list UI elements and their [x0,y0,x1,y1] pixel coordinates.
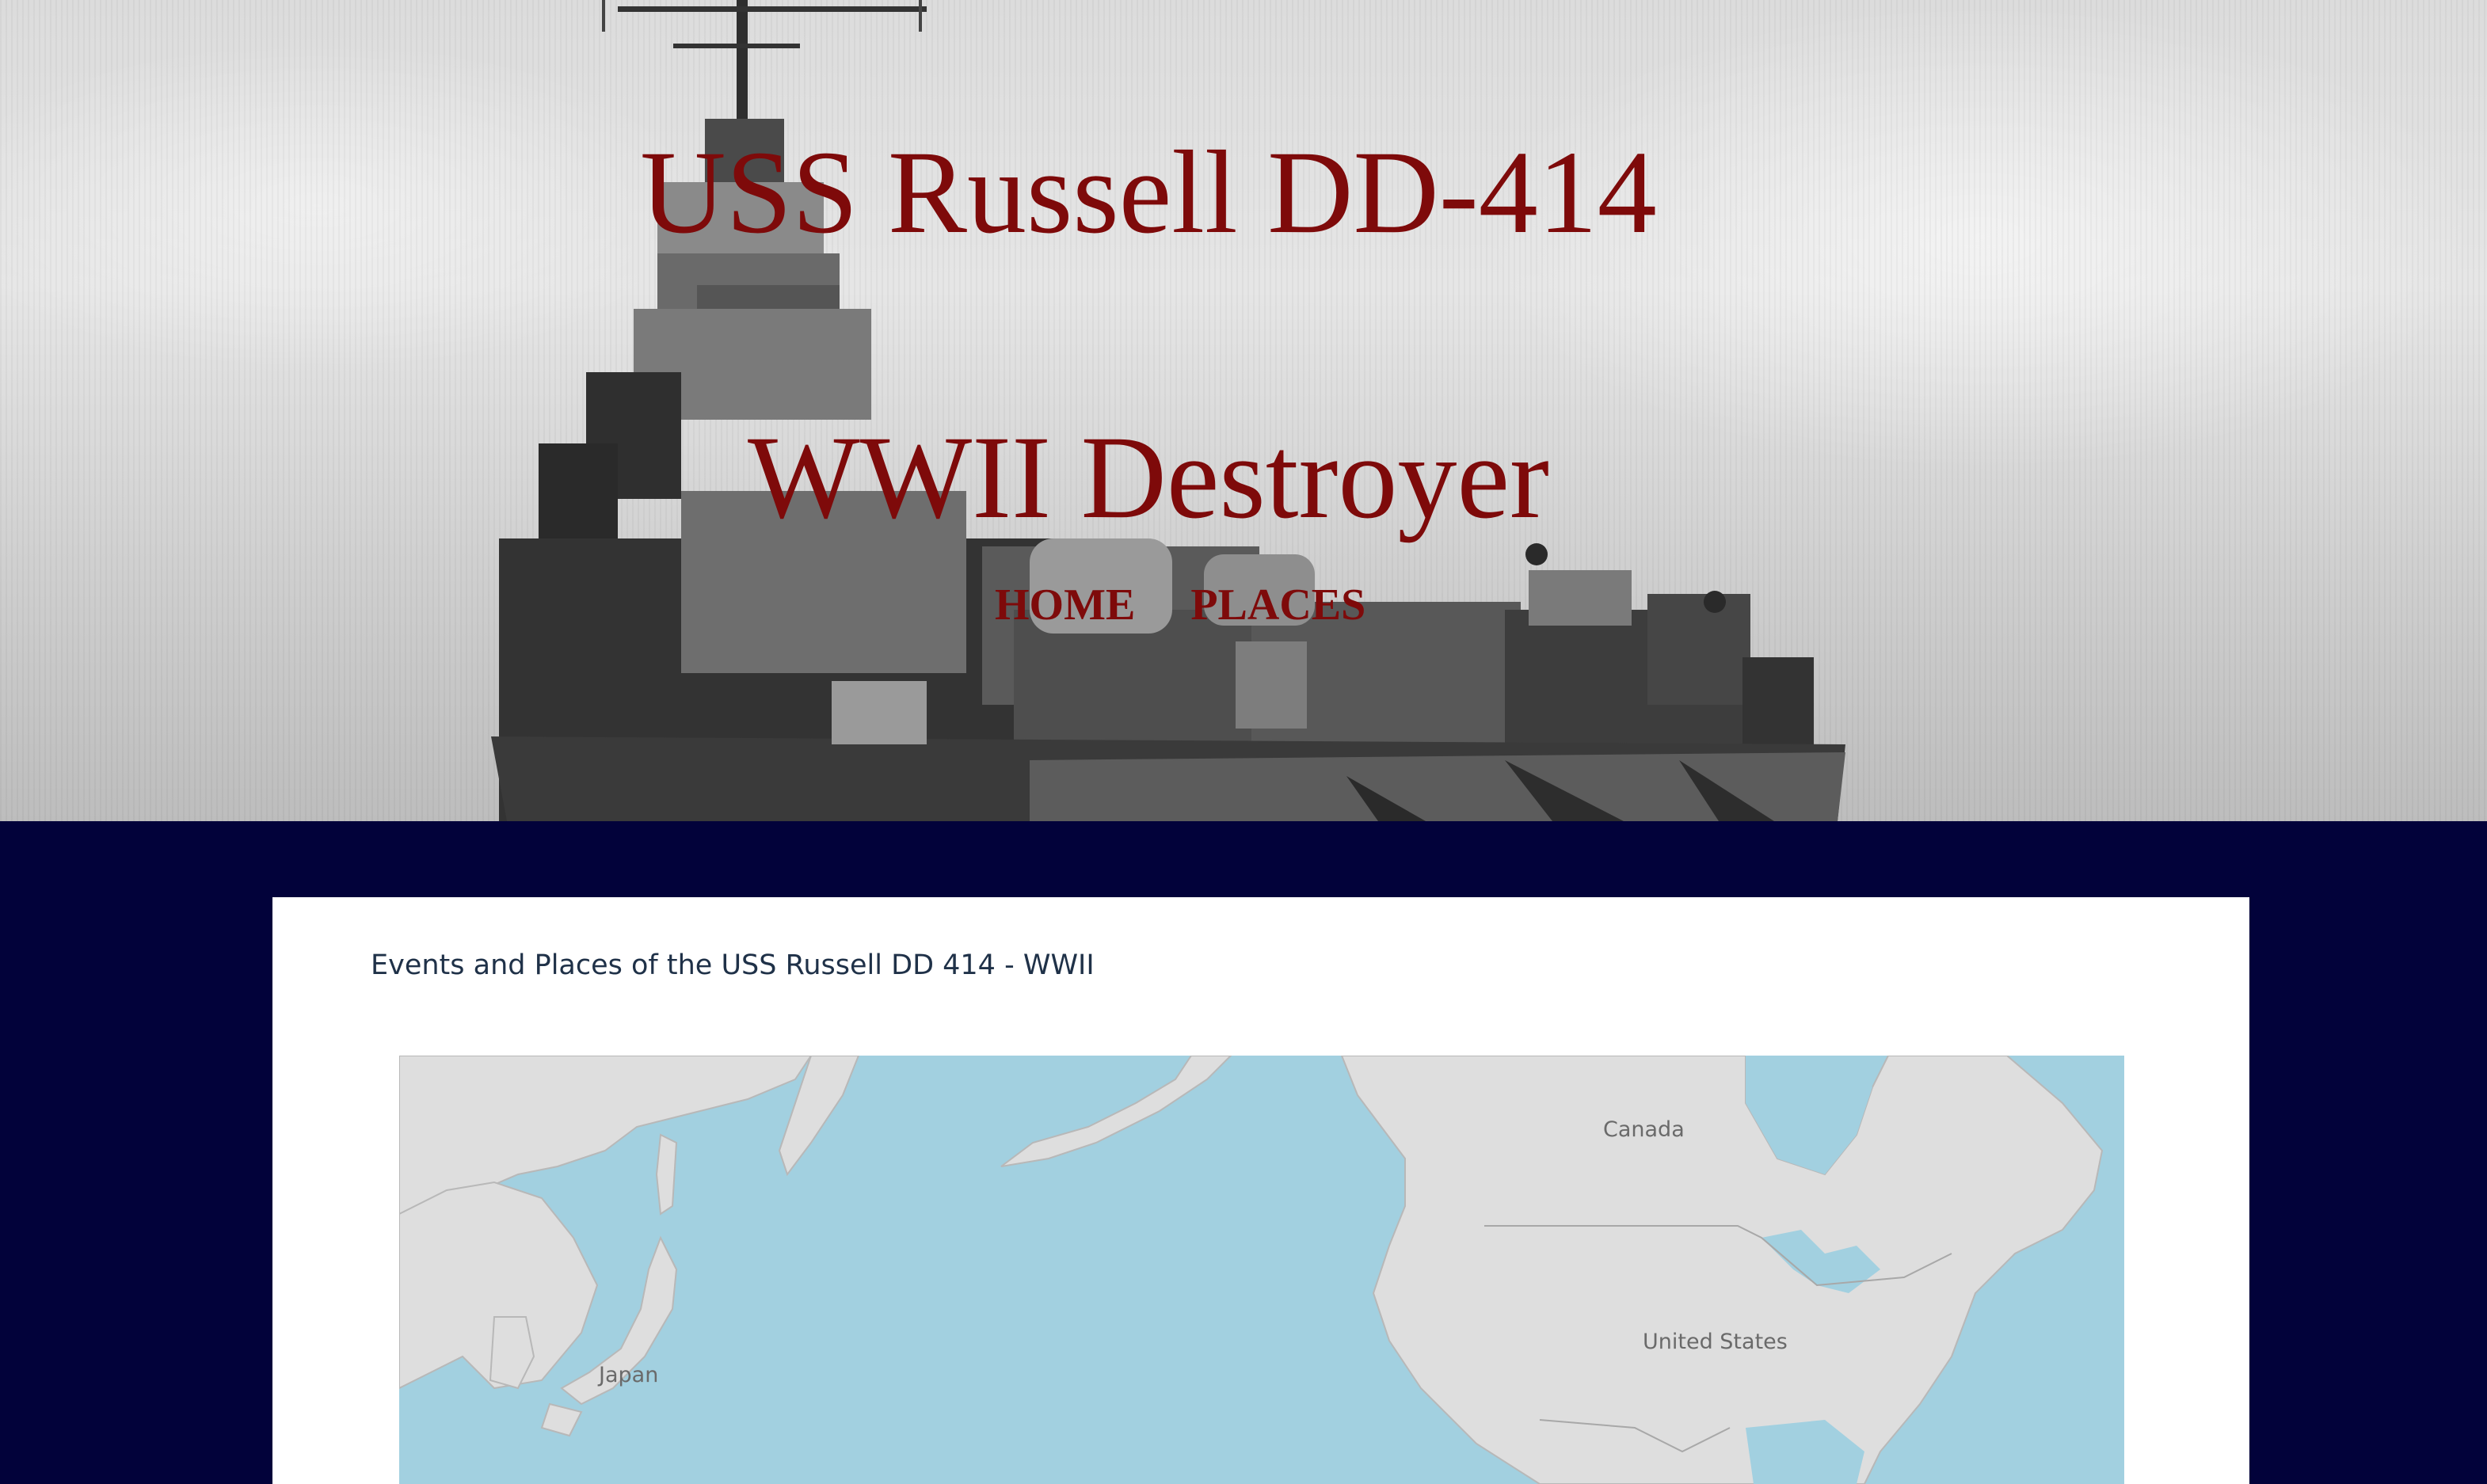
land-japan-south [540,1402,583,1437]
land-sakhalin [655,1133,678,1216]
map-label-canada: Canada [1603,1117,1685,1142]
destroyer-photo [491,0,1845,821]
hero-banner: USS Russell DD-414 WWII Destroyer HOME P… [0,0,2487,821]
content-panel: Events and Places of the USS Russell DD … [272,897,2249,1484]
site-title: USS Russell DD-414 [640,127,1657,258]
nav-home-link[interactable]: HOME [995,580,1135,630]
places-map[interactable]: Canada United States Japan [399,1056,2124,1484]
site-subtitle: WWII Destroyer [748,412,1549,543]
map-label-united-states: United States [1643,1330,1788,1354]
section-heading: Events and Places of the USS Russell DD … [371,949,1095,981]
nav-places-link[interactable]: PLACES [1190,580,1365,630]
map-canvas[interactable] [399,1056,2124,1484]
land-alaska [1000,1056,1232,1167]
map-label-japan: Japan [599,1363,659,1387]
main-nav: HOME PLACES [995,580,1365,630]
land-north-america [1340,1056,2104,1484]
